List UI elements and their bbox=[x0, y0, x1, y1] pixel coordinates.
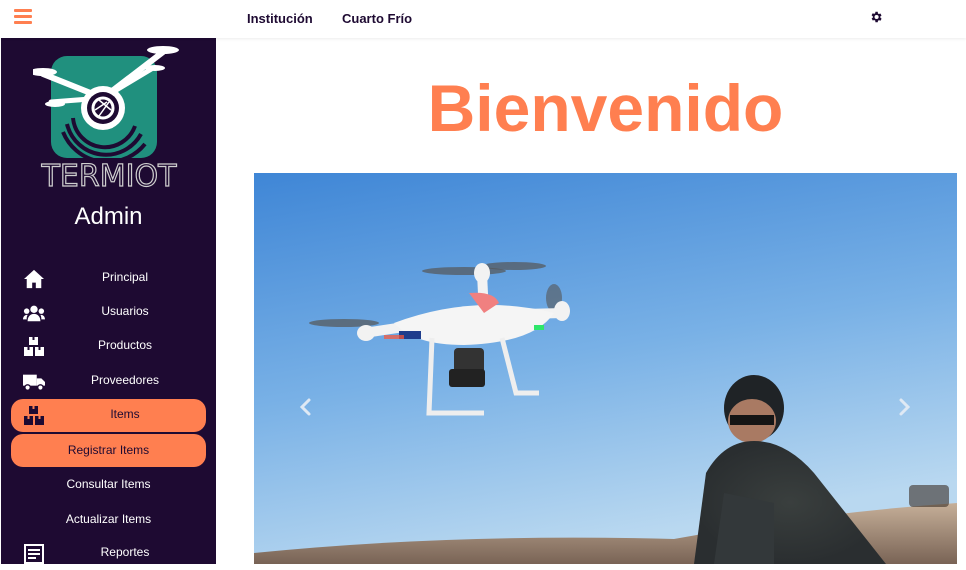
sidebar-item-label: Reportes bbox=[100, 545, 150, 559]
sidebar-subitem-registrar-items[interactable]: Registrar Items bbox=[11, 434, 206, 467]
sidebar-subitem-actualizar-items[interactable]: Actualizar Items bbox=[11, 503, 206, 536]
settings-gear-icon[interactable] bbox=[869, 10, 883, 24]
sidebar-item-reportes[interactable]: Reportes bbox=[11, 537, 206, 570]
sidebar-item-label: Proveedores bbox=[90, 373, 160, 387]
sidebar-item-label: Principal bbox=[101, 270, 149, 284]
menu-toggle-icon[interactable] bbox=[14, 9, 32, 25]
sidebar: TERMIOT Admin Principal Usuarios Product… bbox=[1, 38, 216, 564]
nav-link-cuarto-frio[interactable]: Cuarto Frío bbox=[342, 11, 412, 26]
sidebar-item-label: Registrar Items bbox=[67, 443, 150, 457]
carousel-drone-photo bbox=[254, 173, 957, 564]
sidebar-item-principal[interactable]: Principal bbox=[11, 262, 206, 295]
sidebar-item-proveedores[interactable]: Proveedores bbox=[11, 365, 206, 398]
carousel-next-chevron-icon[interactable] bbox=[896, 397, 912, 417]
user-role-label: Admin bbox=[74, 203, 143, 230]
top-navbar: Institución Cuarto Frío bbox=[0, 0, 966, 38]
page-title: Bienvenido bbox=[427, 71, 784, 145]
sidebar-item-label: Actualizar Items bbox=[65, 512, 152, 526]
sidebar-item-label: Items bbox=[110, 407, 140, 421]
nav-link-institucion[interactable]: Institución bbox=[247, 11, 313, 26]
sidebar-item-label: Productos bbox=[97, 338, 153, 352]
sidebar-item-usuarios[interactable]: Usuarios bbox=[11, 296, 206, 329]
sidebar-item-label: Consultar Items bbox=[66, 477, 151, 491]
sidebar-item-label: Usuarios bbox=[101, 304, 149, 318]
carousel-prev-chevron-icon[interactable] bbox=[298, 397, 314, 417]
termiot-logo: TERMIOT bbox=[33, 46, 179, 190]
sidebar-item-productos[interactable]: Productos bbox=[11, 330, 206, 363]
brand-wordmark: TERMIOT bbox=[41, 159, 177, 190]
image-carousel[interactable] bbox=[254, 173, 957, 564]
sidebar-subitem-consultar-items[interactable]: Consultar Items bbox=[11, 468, 206, 501]
sidebar-item-items[interactable]: Items bbox=[11, 399, 206, 432]
